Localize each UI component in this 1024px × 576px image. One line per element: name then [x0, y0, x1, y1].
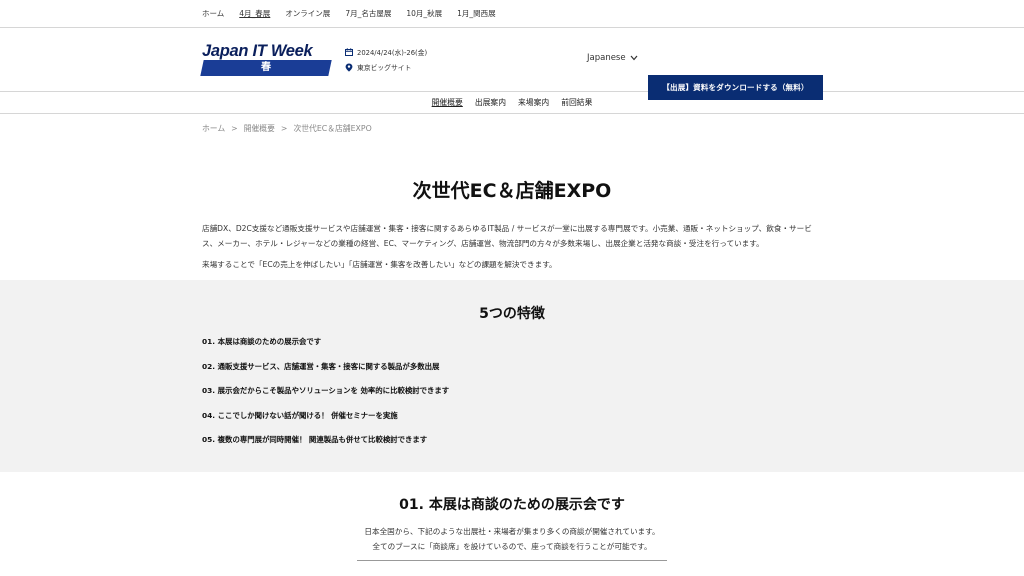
feature-item[interactable]: 01. 本展は商談のための展示会です	[202, 336, 1024, 361]
feature-item[interactable]: 03. 展示会だからこそ製品やソリューションを 効率的に比較検討できます	[202, 385, 1024, 410]
subnav-results[interactable]: 前回結果	[561, 97, 592, 108]
logo-season: 春	[261, 62, 271, 73]
features-title: 5つの特徴	[479, 306, 545, 322]
features-section: 5つの特徴 01. 本展は商談のための展示会です 02. 通販支援サービス、店舗…	[0, 280, 1024, 472]
feature-01-description: 日本全国から、下記のような出展社・来場者が集まり多くの商談が開催されています。 …	[0, 524, 1024, 554]
sub-navigation: 開催概要 出展案内 来場案内 前回結果	[0, 92, 1024, 113]
event-date: 2024/4/24(水)-26(金)	[357, 49, 428, 57]
top-navigation: ホーム 4月_春展 オンライン展 7月_名古屋展 10月_秋展 1月_関西展	[0, 0, 1024, 27]
topnav-kansai[interactable]: 1月_関西展	[457, 8, 496, 19]
language-selector[interactable]: Japanese	[587, 53, 638, 63]
subnav-divider	[0, 113, 1024, 114]
page-title: 次世代EC＆店舗EXPO	[412, 180, 612, 202]
japan-it-week-logo[interactable]: Japan IT Week 春	[200, 42, 332, 76]
site-header: Japan IT Week 春 2024/4/24(水)-26(金) 東京ビッグ…	[0, 28, 1024, 100]
calendar-icon	[345, 48, 353, 56]
subnav-exhibit[interactable]: 出展案内	[475, 97, 506, 108]
topnav-spring[interactable]: 4月_春展	[239, 8, 270, 19]
download-materials-button[interactable]: 【出展】資料をダウンロードする（無料）	[648, 75, 823, 100]
intro-paragraph-2: 来場することで「ECの売上を伸ばしたい」「店舗運営・集客を改善したい」などの課題…	[202, 260, 557, 269]
breadcrumb-current: 次世代EC＆店舗EXPO	[293, 123, 372, 133]
section-rule	[357, 560, 667, 561]
topnav-home[interactable]: ホーム	[202, 8, 224, 19]
intro-text: 店舗DX、D2C支援など通販支援サービスや店舗運営・集客・接客に関するあらゆるI…	[202, 221, 822, 272]
feature-01-title: 01. 本展は商談のための展示会です	[399, 497, 625, 513]
feature-01-desc-line-2: 全てのブースに「商談席」を設けているので、座って商談を行うことが可能です。	[372, 542, 652, 551]
breadcrumb-separator: >	[280, 123, 288, 133]
language-label: Japanese	[587, 53, 626, 63]
event-venue-row: 東京ビッグサイト	[345, 61, 427, 73]
feature-item[interactable]: 05. 複数の専門展が同時開催！ 関連製品も併せて比較検討できます	[202, 434, 1024, 459]
event-venue: 東京ビッグサイト	[357, 64, 412, 72]
logo-text: Japan IT Week	[202, 42, 313, 60]
event-date-row: 2024/4/24(水)-26(金)	[345, 46, 427, 58]
topnav-autumn[interactable]: 10月_秋展	[406, 8, 442, 19]
location-pin-icon	[345, 63, 353, 72]
subnav-visit[interactable]: 来場案内	[518, 97, 549, 108]
breadcrumb-overview[interactable]: 開催概要	[244, 123, 275, 134]
features-list: 01. 本展は商談のための展示会です 02. 通販支援サービス、店舗運営・集客・…	[202, 336, 1024, 459]
event-info: 2024/4/24(水)-26(金) 東京ビッグサイト	[345, 46, 427, 76]
breadcrumb-separator: >	[231, 123, 238, 133]
feature-item[interactable]: 02. 通販支援サービス、店舗運営・集客・接客に関する製品が多数出展	[202, 361, 1024, 386]
intro-paragraph-1: 店舗DX、D2C支援など通販支援サービスや店舗運営・集客・接客に関するあらゆるI…	[202, 224, 812, 248]
breadcrumb: ホーム > 開催概要 > 次世代EC＆店舗EXPO	[0, 118, 1024, 138]
topnav-online[interactable]: オンライン展	[285, 8, 330, 19]
topnav-nagoya[interactable]: 7月_名古屋展	[345, 8, 391, 19]
feature-01-desc-line-1: 日本全国から、下記のような出展社・来場者が集まり多くの商談が開催されています。	[364, 527, 660, 536]
feature-01-section: 01. 本展は商談のための展示会です 日本全国から、下記のような出展社・来場者が…	[0, 472, 1024, 561]
feature-item[interactable]: 04. ここでしか聞けない話が聞ける！ 併催セミナーを実施	[202, 410, 1024, 435]
subnav-overview[interactable]: 開催概要	[432, 97, 463, 108]
breadcrumb-home[interactable]: ホーム	[202, 123, 225, 134]
chevron-down-icon	[630, 55, 638, 61]
